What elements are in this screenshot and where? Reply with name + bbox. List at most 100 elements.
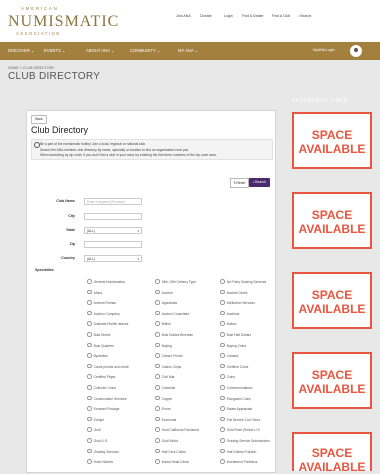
search-label: Search bbox=[254, 180, 267, 184]
specialty-checkbox[interactable]: Grading Services bbox=[87, 449, 119, 454]
specialty-checkbox[interactable]: 3rd Party Grading Services bbox=[220, 279, 267, 284]
specialty-checkbox[interactable]: Gold California Fractional bbox=[155, 427, 199, 433]
specialty-checkbox[interactable]: Byzantine bbox=[87, 353, 108, 358]
specialty-checkbox[interactable]: Grading Service Submissions bbox=[220, 438, 270, 443]
specialty-checkbox[interactable]: Ancient Greek bbox=[220, 290, 248, 295]
ad-space-3[interactable]: SPACE AVAILABLE bbox=[292, 272, 372, 329]
ad-line-2: AVAILABLE bbox=[298, 382, 366, 396]
specialty-checkbox[interactable]: Auction Company bbox=[87, 311, 120, 316]
nav-discover[interactable]: DISCOVER ⌄ bbox=[8, 48, 35, 53]
ad-line-2: AVAILABLE bbox=[298, 460, 366, 474]
specialty-checkbox[interactable]: British bbox=[155, 321, 171, 327]
specialty-checkbox[interactable]: Australia Pacific Islands bbox=[87, 321, 129, 327]
specialty-checkbox[interactable]: Casino Chips bbox=[155, 364, 182, 369]
specialty-checkbox[interactable]: Canada bbox=[220, 353, 239, 358]
zip-input[interactable] bbox=[84, 241, 142, 248]
specialty-checkbox[interactable]: Collector Coins bbox=[87, 385, 116, 390]
city-input[interactable] bbox=[84, 213, 142, 220]
specialty-checkbox[interactable]: Ancient Roman bbox=[87, 300, 117, 305]
club-name-input[interactable]: Enter a keyword (if known) bbox=[84, 198, 142, 205]
specialty-checkbox[interactable]: Attribution Services bbox=[220, 300, 255, 305]
specialty-checkbox[interactable]: Elongated Coins bbox=[220, 396, 251, 401]
zip-label: Zip bbox=[69, 242, 75, 246]
nav-events[interactable]: EVENTS ⌄ bbox=[44, 48, 65, 53]
info-note: Be a part of the numismatic hobby! Join … bbox=[31, 139, 273, 160]
specialty-checkbox[interactable]: Conservation Services bbox=[87, 396, 127, 401]
find-dealer-link[interactable]: Find A Dealer bbox=[242, 14, 264, 18]
specialty-checkbox[interactable]: Coins bbox=[220, 374, 235, 380]
specialty-checkbox[interactable]: Encased Postage bbox=[87, 406, 120, 411]
club-directory-card: Back Club Directory Be a part of the num… bbox=[26, 110, 276, 473]
nav-community-label: COMMUNITY bbox=[130, 48, 156, 53]
specialty-checkbox[interactable]: Buying bbox=[155, 343, 172, 348]
specialty-checkbox[interactable]: Errors bbox=[155, 406, 171, 411]
specialty-checkbox[interactable]: Investment Portfolios bbox=[220, 459, 258, 464]
ad-line-1: SPACE bbox=[311, 288, 353, 302]
specialty-checkbox[interactable]: Full Service Coin Store bbox=[220, 417, 261, 422]
specialty-checkbox[interactable]: Bullion bbox=[220, 321, 237, 327]
specialty-checkbox[interactable]: Half Cent-Colton bbox=[155, 449, 186, 454]
top-header: AMERICAN NUMISMATIC ASSOCIATION Join ANA… bbox=[0, 0, 380, 42]
specialty-checkbox[interactable]: Africa bbox=[87, 290, 102, 295]
specialty-checkbox[interactable]: Bust Quarters bbox=[87, 343, 114, 348]
specialty-checkbox[interactable]: Hobo Nickels bbox=[87, 459, 113, 464]
specialty-checkbox[interactable]: Auctions bbox=[220, 311, 240, 316]
specialty-checkbox[interactable]: Gold Rush (Select U.S. bbox=[220, 427, 261, 433]
nav-about[interactable]: ABOUT ANA ⌄ bbox=[86, 48, 114, 53]
specialty-checkbox[interactable]: Gold World bbox=[155, 438, 178, 443]
reset-button[interactable]: ↻Reset bbox=[230, 178, 249, 188]
specialty-checkbox[interactable]: Colonials bbox=[155, 385, 176, 390]
nav-about-label: ABOUT ANA bbox=[86, 48, 110, 53]
specialty-checkbox[interactable]: Buying Coins bbox=[220, 343, 246, 348]
nav-community[interactable]: COMMUNITY ⌄ bbox=[130, 48, 160, 53]
specialty-checkbox[interactable]: Copper bbox=[155, 396, 173, 401]
ad-line-1: SPACE bbox=[311, 208, 353, 222]
join-link[interactable]: Join ANA bbox=[176, 14, 191, 18]
specialty-checkbox[interactable]: Cameo Proofs bbox=[155, 353, 183, 358]
back-button[interactable]: Back bbox=[31, 115, 47, 124]
specialty-checkbox[interactable]: Bust Half Dollars bbox=[220, 332, 252, 337]
user-avatar-icon[interactable] bbox=[350, 45, 362, 57]
breadcrumb[interactable]: HOME > CLUB DIRECTORY bbox=[8, 66, 55, 70]
login-link[interactable]: Login bbox=[224, 14, 233, 18]
specialty-checkbox[interactable]: Commemoratives bbox=[220, 385, 253, 390]
specialty-checkbox[interactable]: Europe bbox=[87, 417, 105, 422]
find-club-link[interactable]: Find A Club bbox=[272, 14, 290, 18]
specialty-checkbox[interactable]: Certified Coins bbox=[220, 364, 249, 369]
ad-space-4[interactable]: SPACE AVAILABLE bbox=[292, 352, 372, 409]
specialty-checkbox[interactable]: Exonumia bbox=[155, 417, 177, 422]
search-button[interactable]: ⌕Search bbox=[249, 178, 270, 187]
specialty-checkbox[interactable]: Half Dollars Franklin bbox=[220, 449, 257, 454]
search-link-label: Search bbox=[300, 14, 312, 18]
chevron-down-icon: ⌄ bbox=[61, 48, 66, 53]
nav-my-ana[interactable]: MY ANA ⌄ bbox=[178, 48, 198, 53]
specialty-checkbox[interactable]: Indian Head Cents bbox=[155, 459, 189, 464]
specialty-checkbox[interactable]: General Numismatics bbox=[87, 279, 126, 284]
ad-space-5[interactable]: SPACE AVAILABLE bbox=[292, 432, 372, 474]
specialty-checkbox[interactable]: Auction Consultant bbox=[155, 311, 190, 316]
city-label: City bbox=[68, 214, 75, 218]
ad-line-2: AVAILABLE bbox=[298, 142, 366, 156]
state-select[interactable]: (ALL) ▾ bbox=[84, 227, 142, 234]
myana-login-link[interactable]: MyANA Login bbox=[313, 48, 335, 52]
specialty-checkbox[interactable]: Gold U.S. bbox=[87, 438, 108, 443]
specialty-checkbox[interactable]: Bust Dimes bbox=[87, 332, 111, 337]
ana-logo[interactable]: AMERICAN NUMISMATIC ASSOCIATION bbox=[8, 6, 120, 38]
donate-link[interactable]: Donate bbox=[200, 14, 212, 18]
specialty-checkbox[interactable]: Bust Dollars Bicentan bbox=[155, 332, 194, 337]
club-name-label: Club Name bbox=[56, 199, 75, 203]
specialty-checkbox[interactable]: Civil War bbox=[155, 374, 175, 380]
specialty-checkbox[interactable]: Ancient bbox=[155, 290, 173, 295]
search-link[interactable]: ⌕Search bbox=[298, 14, 311, 18]
specialty-checkbox[interactable]: Estate Appraisals bbox=[220, 406, 252, 411]
country-select[interactable]: (ALL) ▾ bbox=[84, 255, 142, 262]
specialty-checkbox[interactable]: Appraisals bbox=[155, 300, 177, 305]
ad-space-2[interactable]: SPACE AVAILABLE bbox=[292, 192, 372, 249]
nav-events-label: EVENTS bbox=[44, 48, 61, 53]
specialty-checkbox[interactable]: Gold bbox=[87, 427, 101, 433]
specialty-checkbox[interactable]: Cards photos and credit bbox=[87, 364, 129, 369]
note-line-1: Be a part of the numismatic hobby! Join … bbox=[40, 142, 147, 146]
specialty-checkbox[interactable]: 18th-19th Century Type bbox=[155, 279, 196, 284]
specialty-checkbox[interactable]: Certified Paper bbox=[87, 374, 116, 380]
ad-space-1[interactable]: SPACE AVAILABLE bbox=[292, 112, 372, 169]
